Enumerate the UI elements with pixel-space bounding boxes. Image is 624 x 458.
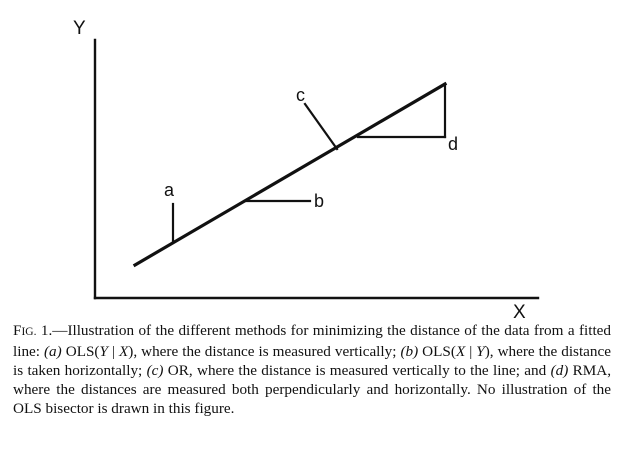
residual-d: d [356, 82, 458, 154]
caption-fig-number: 1.— [40, 322, 68, 339]
x-axis-label: X [513, 302, 526, 320]
label-d: d [448, 134, 458, 154]
caption-fig-small-caps: IG. [21, 326, 37, 338]
label-a: a [164, 180, 175, 200]
caption-method-a-var-2: X [118, 343, 129, 360]
caption-figure-label: FIG. 1.— [13, 322, 67, 339]
caption-method-c-text: OR, where the distance is measured verti… [163, 362, 551, 379]
axes: Y X [73, 18, 540, 320]
method-illustration-diagram: Y X a b c d [73, 18, 540, 320]
residual-c: c [296, 85, 339, 151]
caption-method-a-bar: | [107, 343, 119, 360]
caption-method-a-open: OLS( [61, 343, 100, 360]
residual-a: a [164, 180, 175, 244]
caption-method-a-var-1: Y [99, 343, 108, 360]
y-axis-label: Y [73, 18, 86, 39]
caption-method-b-bar: | [465, 343, 477, 360]
caption-marker-d: (d) [550, 362, 569, 379]
perpendicular-distance-c [303, 102, 339, 151]
fitted-line [132, 81, 448, 268]
caption-method-b-var-1: X [455, 343, 466, 360]
caption-method-b-open: OLS( [418, 343, 456, 360]
caption-marker-b: (b) [400, 343, 419, 360]
caption-method-b-var-2: Y [476, 343, 485, 360]
figure-caption: FIG. 1.—Illustration of the different me… [13, 321, 611, 418]
caption-method-a-text: ), where the distance is measured vertic… [128, 343, 401, 360]
label-b: b [314, 191, 324, 211]
label-c: c [296, 85, 305, 105]
caption-marker-a: (a) [44, 343, 62, 360]
caption-marker-c: (c) [146, 362, 164, 379]
